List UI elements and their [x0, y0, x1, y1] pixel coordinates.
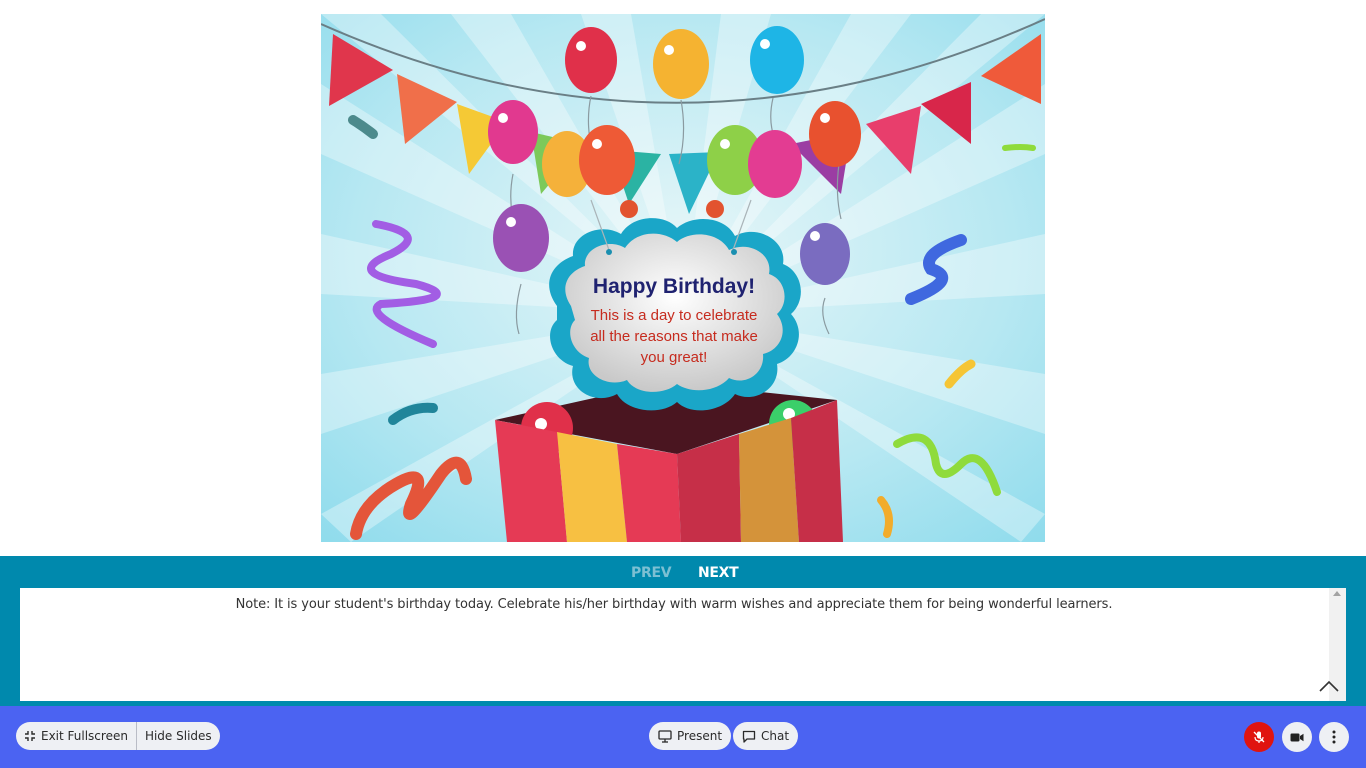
- hide-slides-label: Hide Slides: [144, 729, 212, 743]
- card-text-line-3: you great!: [641, 349, 708, 366]
- scroll-up-arrow-icon[interactable]: [1333, 591, 1341, 596]
- chevron-up-icon[interactable]: [1318, 679, 1340, 693]
- mute-microphone-button[interactable]: [1244, 722, 1274, 752]
- card-text-line-2: all the reasons that make: [590, 328, 758, 345]
- camera-button[interactable]: [1282, 722, 1312, 752]
- birthday-illustration: Happy Birthday! This is a day to celebra…: [321, 14, 1045, 542]
- card-title: Happy Birthday!: [593, 275, 755, 298]
- exit-fullscreen-button[interactable]: Exit Fullscreen: [16, 722, 136, 750]
- notes-text: Note: It is your student's birthday toda…: [235, 597, 1113, 612]
- present-label: Present: [677, 729, 723, 743]
- chat-button[interactable]: Chat: [733, 722, 799, 750]
- more-options-button[interactable]: [1319, 722, 1349, 752]
- hide-slides-button[interactable]: Hide Slides: [137, 722, 220, 750]
- slide-area: Happy Birthday! This is a day to celebra…: [0, 0, 1366, 556]
- bottom-toolbar: Exit Fullscreen Hide Slides Present Chat: [0, 706, 1366, 768]
- present-button[interactable]: Present: [649, 722, 732, 750]
- birthday-slide: Happy Birthday! This is a day to celebra…: [321, 14, 1045, 542]
- card-text-line-1: This is a day to celebrate: [591, 307, 758, 324]
- prev-button[interactable]: PREV: [631, 565, 672, 581]
- view-controls-group: Exit Fullscreen Hide Slides: [16, 722, 220, 750]
- mic-off-icon: [1253, 731, 1265, 743]
- exit-fullscreen-label: Exit Fullscreen: [41, 729, 128, 743]
- chat-bubble-icon: [742, 730, 756, 743]
- chat-label: Chat: [761, 729, 790, 743]
- teacher-notes-panel[interactable]: Note: It is your student's birthday toda…: [20, 588, 1346, 701]
- video-camera-icon: [1290, 733, 1304, 741]
- next-button[interactable]: NEXT: [698, 565, 739, 581]
- slide-navigation-bar: PREV NEXT Note: It is your student's bir…: [0, 556, 1366, 706]
- more-vertical-icon: [1332, 730, 1336, 744]
- minimize-icon: [25, 731, 35, 741]
- monitor-icon: [658, 729, 672, 743]
